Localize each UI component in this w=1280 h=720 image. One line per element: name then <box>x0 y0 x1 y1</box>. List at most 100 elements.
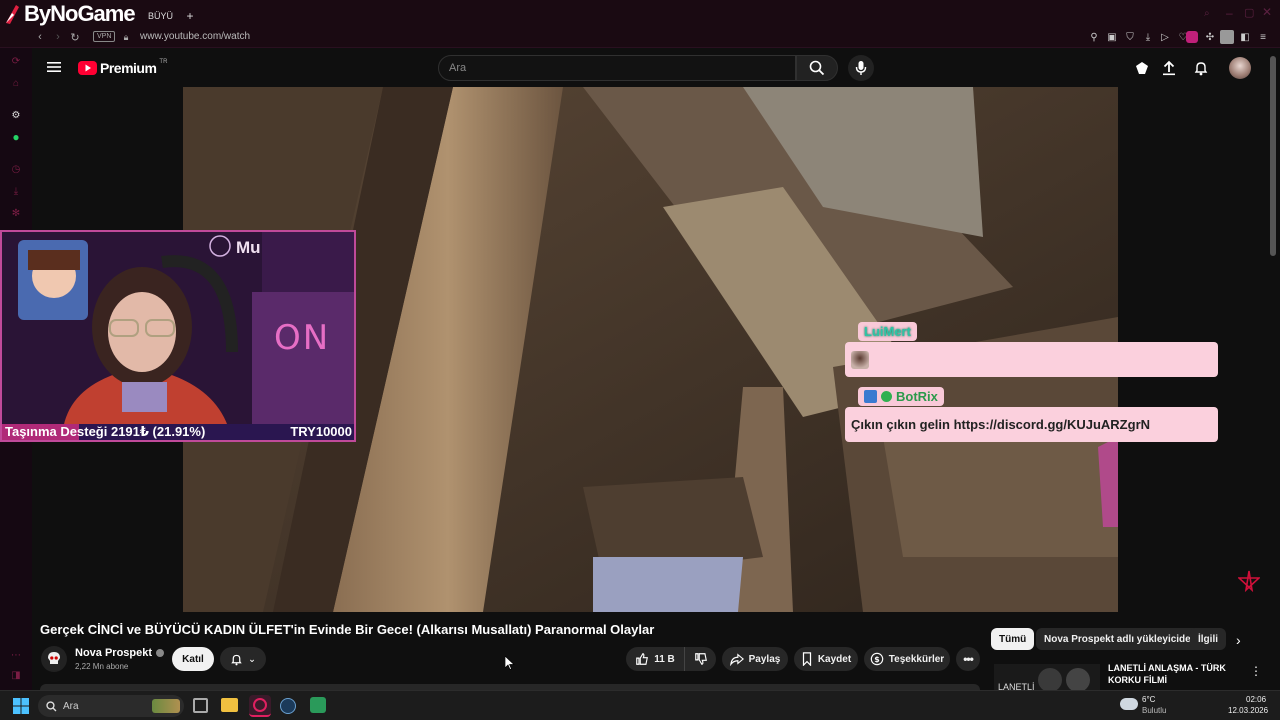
recommended-menu-icon[interactable]: ⋮ <box>1250 664 1262 678</box>
search-tabs-icon[interactable]: ⌕ <box>1204 8 1210 19</box>
subscriber-count: 2,22 Mn abone <box>75 662 129 671</box>
search-button[interactable] <box>796 55 838 81</box>
chips-next-chevron-icon[interactable]: › <box>1236 632 1241 648</box>
notifications-bell-icon[interactable] <box>1193 60 1209 76</box>
thanks-button[interactable]: $ Teşekkürler <box>864 647 950 671</box>
search-icon <box>809 60 825 76</box>
browser-logo: ByNoGame <box>2 1 136 26</box>
profile-avatar-icon[interactable] <box>1220 30 1234 44</box>
tab-active[interactable]: BÜYÜ <box>148 6 178 26</box>
like-button[interactable]: 11 B <box>626 647 684 671</box>
windows-start-icon[interactable] <box>13 698 29 714</box>
thumbs-down-icon <box>694 653 707 665</box>
screenshot-icon[interactable]: ▣ <box>1105 30 1119 44</box>
create-icon[interactable] <box>1134 60 1150 76</box>
reload-icon[interactable]: ↻ <box>68 30 82 44</box>
file-explorer-icon[interactable] <box>221 698 238 712</box>
recommended-thumb-text: LANETLİ <box>998 682 1035 690</box>
clock-time[interactable]: 02:06 <box>1246 695 1266 704</box>
browser-taskbar-icon[interactable] <box>249 695 271 717</box>
chatgpt-icon[interactable]: ⚙ <box>9 108 23 122</box>
steam-icon[interactable] <box>280 698 296 714</box>
chip-from-uploader[interactable]: Nova Prospekt adlı yükleyiciden <box>1036 628 1205 650</box>
forward-icon[interactable]: › <box>51 30 65 44</box>
vpn-badge[interactable]: VPN <box>93 31 116 42</box>
sidebar-toggle-icon[interactable]: ◧ <box>1238 30 1252 44</box>
sidebar-more-icon[interactable]: ⋯ <box>9 648 23 662</box>
recommended-thumbnail[interactable]: LANETLİ <box>994 664 1100 690</box>
donation-goal-code: TRY10000 <box>290 424 352 439</box>
chat-emote-icon <box>851 350 869 369</box>
weather-cloud-icon[interactable] <box>1120 698 1138 710</box>
pentagram-watermark-icon <box>1238 570 1260 592</box>
search-placeholder: Ara <box>449 62 467 74</box>
channel-avatar[interactable] <box>41 646 67 672</box>
voice-search-button[interactable] <box>848 55 874 81</box>
back-icon[interactable]: ‹ <box>33 30 47 44</box>
video-title: Gerçek CİNCİ ve BÜYÜCÜ KADIN ÜLFET'in Ev… <box>40 622 655 637</box>
menu-icon[interactable]: ≡ <box>1256 30 1270 44</box>
browser-toolbar: ByNoGame BÜYÜ + ⌕ – ▢ ✕ ‹ › ↻ VPN 🔒︎ www… <box>0 0 1280 48</box>
neon-sign-text: ON <box>274 318 331 358</box>
download-icon[interactable]: ⤓ <box>1141 30 1155 44</box>
share-button[interactable]: Paylaş <box>722 647 788 671</box>
share-icon <box>729 653 744 666</box>
mouse-cursor-icon <box>505 656 515 670</box>
chat-message-luimert <box>845 342 1218 377</box>
minimize-icon[interactable]: – <box>1226 6 1233 20</box>
skull-icon <box>48 652 60 664</box>
windows-taskbar: Ara 6°C Bulutlu 02:06 12.03.2026 <box>0 690 1280 720</box>
channel-name[interactable]: Nova Prospekt <box>75 647 165 659</box>
upload-icon[interactable] <box>1161 60 1177 76</box>
search-input[interactable]: Ara <box>438 55 796 81</box>
verified-badge-icon <box>881 391 892 402</box>
close-window-icon[interactable]: ✕ <box>1262 5 1272 19</box>
search-highlight-icon <box>152 699 180 713</box>
sidebar-bag-icon[interactable]: ⌂ <box>9 76 23 90</box>
account-avatar[interactable] <box>1229 57 1251 79</box>
recommended-title[interactable]: LANETLİ ANLAŞMA - TÜRK KORKU FİLMİ <box>1108 662 1234 686</box>
chat-username-botrix: BotRix <box>858 387 944 406</box>
whatsapp-icon[interactable]: ● <box>9 130 23 144</box>
chip-all[interactable]: Tümü <box>991 628 1035 650</box>
taskbar-search[interactable]: Ara <box>38 695 184 717</box>
task-view-icon[interactable] <box>193 698 208 713</box>
sidebar-clock-icon[interactable]: ◷ <box>9 162 23 176</box>
thumbs-up-icon <box>636 653 649 665</box>
play-icon[interactable]: ▷ <box>1158 30 1172 44</box>
sidebar-download-icon[interactable]: ⤓ <box>9 184 23 198</box>
chevron-down-icon: ⌄ <box>248 653 256 664</box>
new-tab-button[interactable]: + <box>184 6 196 26</box>
dislike-button[interactable] <box>684 647 716 671</box>
youtube-play-icon <box>78 61 97 75</box>
maximize-icon[interactable]: ▢ <box>1244 6 1254 19</box>
hamburger-menu-icon[interactable] <box>46 59 62 75</box>
extension-app-icon[interactable] <box>1186 31 1198 43</box>
subscribed-notifications-button[interactable]: ⌄ <box>220 647 266 671</box>
taskbar-search-icon <box>46 700 57 711</box>
weather-temp: 6°C <box>1142 695 1156 704</box>
save-button[interactable]: Kaydet <box>794 647 858 671</box>
clock-date[interactable]: 12.03.2026 <box>1228 706 1268 715</box>
tab-bar: ByNoGame BÜYÜ + ⌕ – ▢ ✕ <box>0 0 1280 28</box>
browser-brand: ByNoGame <box>24 1 136 26</box>
donation-goal-bar: Taşınma Desteği 2191₺ (21.91%) TRY10000 <box>2 424 354 440</box>
more-actions-button[interactable]: ••• <box>956 647 980 671</box>
sidebar-history-icon[interactable]: ⟳ <box>9 54 23 68</box>
taskbar-search-placeholder: Ara <box>63 700 79 712</box>
chip-related[interactable]: İlgili <box>1190 628 1226 650</box>
app-green-icon[interactable] <box>310 697 326 713</box>
pin-icon[interactable]: ⚲ <box>1087 30 1101 44</box>
shield-icon[interactable]: ⛉ <box>1123 30 1137 44</box>
puzzle-icon[interactable]: ✣ <box>1203 30 1217 44</box>
sidebar-panel-icon[interactable]: ◨ <box>9 668 23 682</box>
youtube-logo[interactable]: Premium TR <box>78 58 167 78</box>
thumb-face-left <box>1038 668 1062 690</box>
page-scrollbar[interactable] <box>1270 56 1276 256</box>
join-button[interactable]: Katıl <box>172 647 214 671</box>
super-thanks-icon: $ <box>870 652 884 666</box>
sidebar-settings-icon[interactable]: ✻ <box>9 206 23 220</box>
thumb-face-right <box>1066 668 1090 690</box>
bot-badge-icon <box>864 390 877 403</box>
address-bar[interactable]: www.youtube.com/watch <box>140 31 250 42</box>
